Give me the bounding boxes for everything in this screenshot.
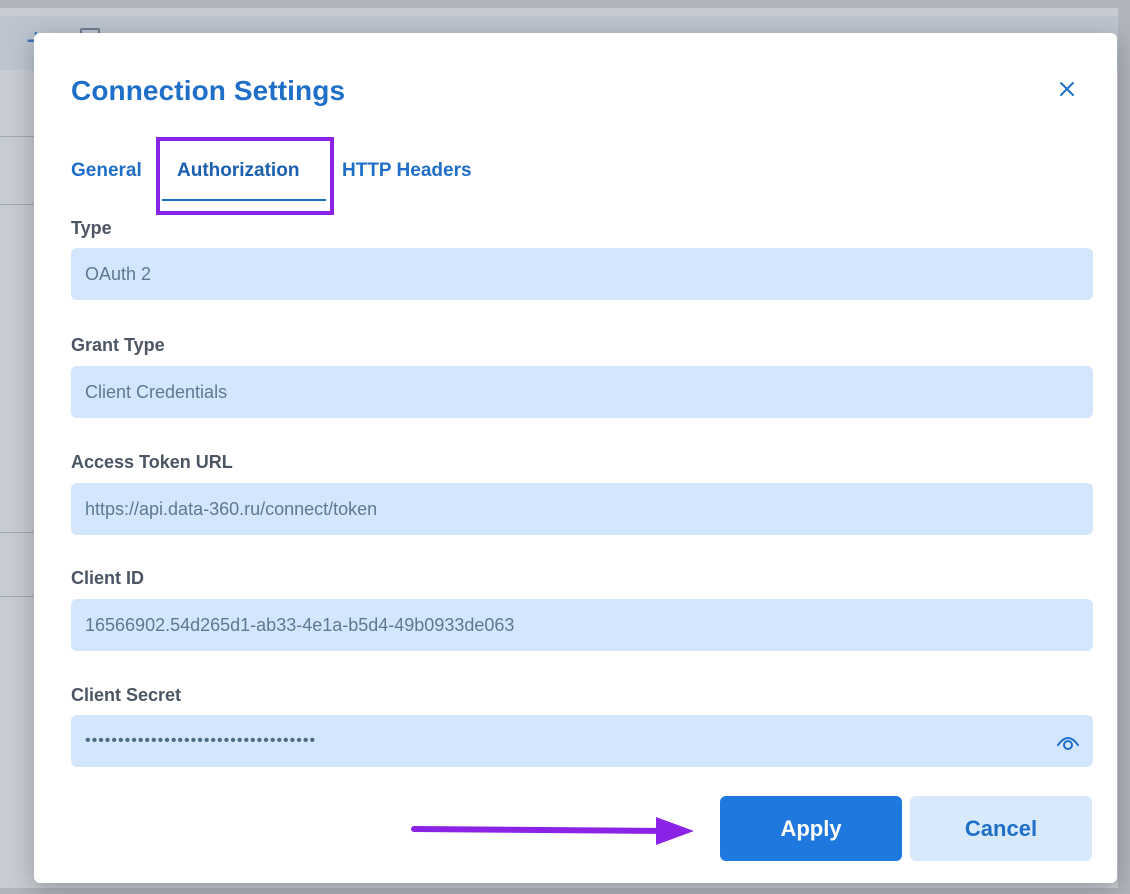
type-label: Type [71, 218, 112, 238]
client-id-field[interactable]: 16566902.54d265d1-ab33-4e1a-b5d4-49b0933… [71, 599, 1093, 651]
grant-type-field[interactable]: Client Credentials [71, 366, 1093, 418]
tab-general[interactable]: General [71, 160, 142, 182]
client-secret-label: Client Secret [71, 685, 182, 705]
background-divider [0, 136, 36, 137]
background-divider [0, 532, 36, 533]
grant-type-label: Grant Type [71, 335, 165, 355]
annotation-highlight-box [156, 137, 334, 215]
connection-settings-dialog: Connection Settings General Authorizatio… [34, 33, 1117, 883]
client-id-label: Client ID [71, 568, 145, 588]
type-value: OAuth 2 [85, 263, 152, 284]
access-token-url-label: Access Token URL [71, 452, 233, 472]
client-id-value: 16566902.54d265d1-ab33-4e1a-b5d4-49b0933… [85, 614, 515, 635]
dialog-title: Connection Settings [71, 75, 346, 106]
access-token-url-field[interactable]: https://api.data-360.ru/connect/token [71, 483, 1093, 535]
arrow-right-icon [411, 817, 694, 845]
apply-button[interactable]: Apply [720, 796, 902, 861]
grant-type-value: Client Credentials [85, 381, 228, 402]
background-divider [0, 204, 36, 205]
type-field[interactable]: OAuth 2 [71, 248, 1093, 300]
client-secret-field[interactable]: ••••••••••••••••••••••••••••••••••• [71, 715, 1093, 767]
access-token-url-value: https://api.data-360.ru/connect/token [85, 498, 378, 519]
tab-http-headers[interactable]: HTTP Headers [342, 160, 472, 182]
show-secret-button[interactable] [1055, 729, 1081, 753]
close-button[interactable] [1052, 74, 1082, 104]
close-icon [1060, 82, 1074, 96]
cancel-button[interactable]: Cancel [910, 796, 1092, 861]
client-secret-value: ••••••••••••••••••••••••••••••••••• [85, 732, 317, 749]
background-divider [0, 596, 36, 597]
eye-icon [1057, 737, 1079, 750]
